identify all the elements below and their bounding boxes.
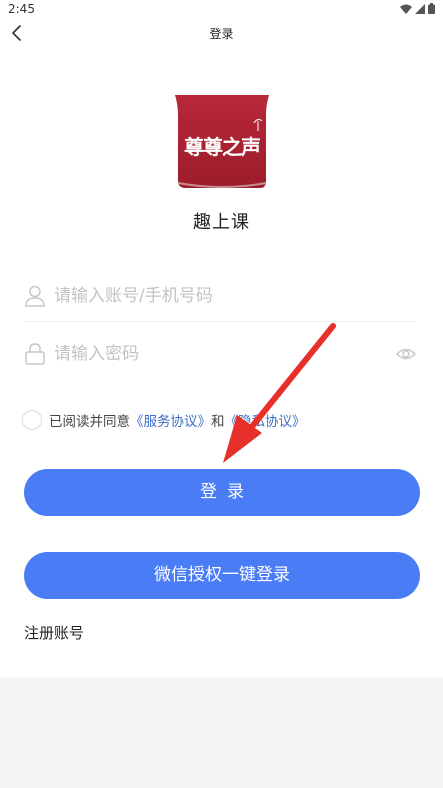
login-button[interactable]: 登录 bbox=[24, 469, 420, 516]
wechat-login-button[interactable]: 微信授权一键登录 bbox=[24, 552, 420, 599]
service-agreement-link[interactable]: 《服务协议》 bbox=[130, 410, 211, 430]
register-link[interactable]: 注册账号 bbox=[24, 622, 84, 643]
agreement-checkbox[interactable] bbox=[22, 410, 42, 430]
account-field bbox=[24, 272, 416, 322]
status-icons bbox=[400, 3, 435, 14]
app-name: 趣上课 bbox=[193, 212, 250, 233]
password-input[interactable] bbox=[54, 340, 394, 368]
wifi-icon bbox=[400, 4, 412, 14]
battery-icon bbox=[428, 3, 435, 14]
agreement-conjunction: 和 bbox=[211, 414, 225, 430]
bottom-area bbox=[0, 677, 443, 788]
lock-icon bbox=[25, 343, 45, 365]
agreement-prefix: 已阅读并同意 bbox=[49, 414, 130, 430]
account-input[interactable] bbox=[54, 282, 394, 310]
agreement-row: 已阅读并同意 《服务协议》 和 《隐私协议》 bbox=[22, 409, 306, 431]
privacy-agreement-link[interactable]: 《隐私协议》 bbox=[225, 410, 306, 430]
eye-icon[interactable] bbox=[396, 344, 416, 364]
status-time: 2:45 bbox=[8, 2, 35, 16]
status-bar: 2:45 bbox=[0, 0, 443, 20]
signal-icon bbox=[415, 3, 425, 14]
nav-bar: 登录 bbox=[0, 20, 443, 46]
page-title: 登录 bbox=[209, 27, 234, 41]
app-logo: 尊尊之声 bbox=[174, 95, 270, 190]
logo-text: 尊尊之声 bbox=[184, 135, 261, 159]
password-field bbox=[24, 330, 416, 380]
user-icon bbox=[25, 285, 45, 307]
